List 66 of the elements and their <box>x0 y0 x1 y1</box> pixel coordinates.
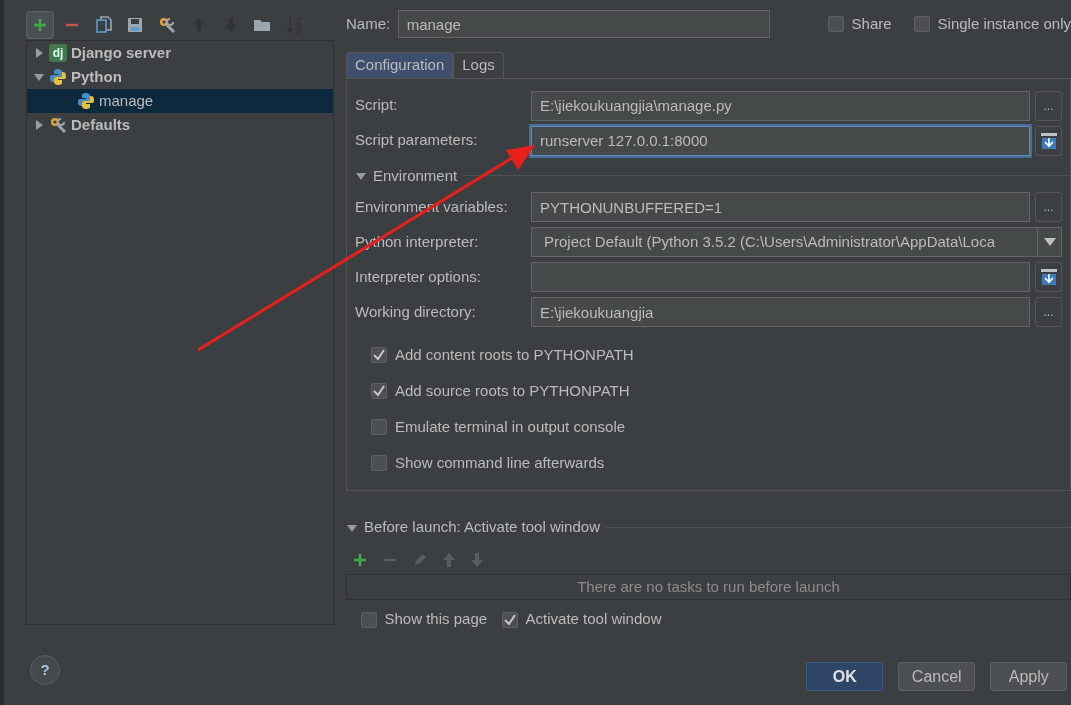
checkbox-label[interactable]: Activate tool window <box>525 608 662 631</box>
checkbox[interactable] <box>371 419 387 436</box>
checkbox-label[interactable]: Show command line afterwards <box>395 452 605 475</box>
expand-arrow-icon[interactable] <box>33 119 45 131</box>
checkbox[interactable] <box>371 455 387 472</box>
tree-item-label: manage <box>99 90 154 111</box>
checkbox[interactable] <box>361 611 377 628</box>
tree-item-label: Django server <box>71 42 172 63</box>
checkbox-label[interactable]: Single instance only <box>937 12 1071 36</box>
section-title: Environment <box>373 165 458 186</box>
add-icon <box>32 17 48 33</box>
expand-icon[interactable] <box>1039 131 1058 150</box>
field-label: Script parameters: <box>355 130 479 151</box>
dialog-button[interactable]: OK <box>806 662 884 692</box>
gear-wrench-icon <box>49 116 67 134</box>
input-field[interactable]: E:\jiekoukuangjia\manage.py <box>531 90 1030 121</box>
browse-button[interactable]: ... <box>1035 297 1062 328</box>
tree-item[interactable]: manage <box>27 89 333 113</box>
copy-icon <box>94 16 113 34</box>
checkbox[interactable] <box>828 16 845 32</box>
checkbox-label[interactable]: Add source roots to PYTHONPATH <box>395 380 630 403</box>
tree-item-label: Python <box>71 66 122 87</box>
input-field[interactable] <box>531 262 1030 293</box>
tree-item[interactable]: Python <box>27 65 333 89</box>
add-icon[interactable] <box>352 551 368 568</box>
section-title: Before launch: Activate tool window <box>364 517 600 538</box>
python-icon <box>49 68 67 86</box>
field-label: Script: <box>355 95 399 116</box>
tree-item[interactable]: Defaults <box>27 113 333 137</box>
toolbar-button[interactable] <box>26 11 54 39</box>
dialog-button[interactable]: Apply <box>990 662 1068 692</box>
field-label: Working directory: <box>355 302 477 322</box>
input-field[interactable]: PYTHONUNBUFFERED=1 <box>531 192 1030 223</box>
field-label: Interpreter options: <box>355 267 482 287</box>
dialog-button[interactable]: Cancel <box>898 662 976 692</box>
checkbox-label[interactable]: Emulate terminal in output console <box>395 416 626 439</box>
gear-wrench-icon <box>158 16 176 34</box>
name-field[interactable]: manage <box>397 10 770 38</box>
tree-item-label: Defaults <box>71 114 131 135</box>
tab[interactable]: Configuration <box>346 52 454 78</box>
python-icon <box>77 92 95 110</box>
empty-task-list: There are no tasks to run before launch <box>346 573 1071 600</box>
dropdown-arrow-icon[interactable] <box>1043 237 1056 248</box>
checkbox[interactable] <box>371 347 387 364</box>
browse-button[interactable]: ... <box>1035 192 1062 223</box>
tree-item[interactable]: dj Django server <box>27 41 333 65</box>
collapse-arrow-icon[interactable] <box>33 71 45 83</box>
browse-button[interactable]: ... <box>1035 90 1062 121</box>
expand-field-button[interactable] <box>1035 125 1062 156</box>
tab[interactable]: Logs <box>453 52 504 78</box>
django-logo: dj <box>49 44 67 62</box>
folder-icon <box>253 18 272 32</box>
expand-arrow-icon[interactable] <box>33 47 45 59</box>
expand-field-button[interactable] <box>1035 262 1062 293</box>
checkbox[interactable] <box>502 611 519 628</box>
checkbox-label[interactable]: Show this page <box>384 608 488 631</box>
checkbox-label[interactable]: Add content roots to PYTHONPATH <box>395 344 634 367</box>
checkbox[interactable] <box>371 383 387 400</box>
expand-icon[interactable] <box>1039 268 1058 287</box>
checkbox-label[interactable]: Share <box>851 12 892 36</box>
interpreter-dropdown[interactable]: Project Default (Python 3.5.2 (C:\Users\Administrator\AppData\Loca <box>531 227 1062 258</box>
name-label: Name: <box>346 13 391 34</box>
input-field[interactable]: E:\jiekoukuangjia <box>531 297 1030 328</box>
input-field[interactable]: runserver 127.0.0.1:8000 <box>531 125 1030 156</box>
help-button[interactable]: ? <box>30 655 60 685</box>
checkbox[interactable] <box>914 16 931 32</box>
